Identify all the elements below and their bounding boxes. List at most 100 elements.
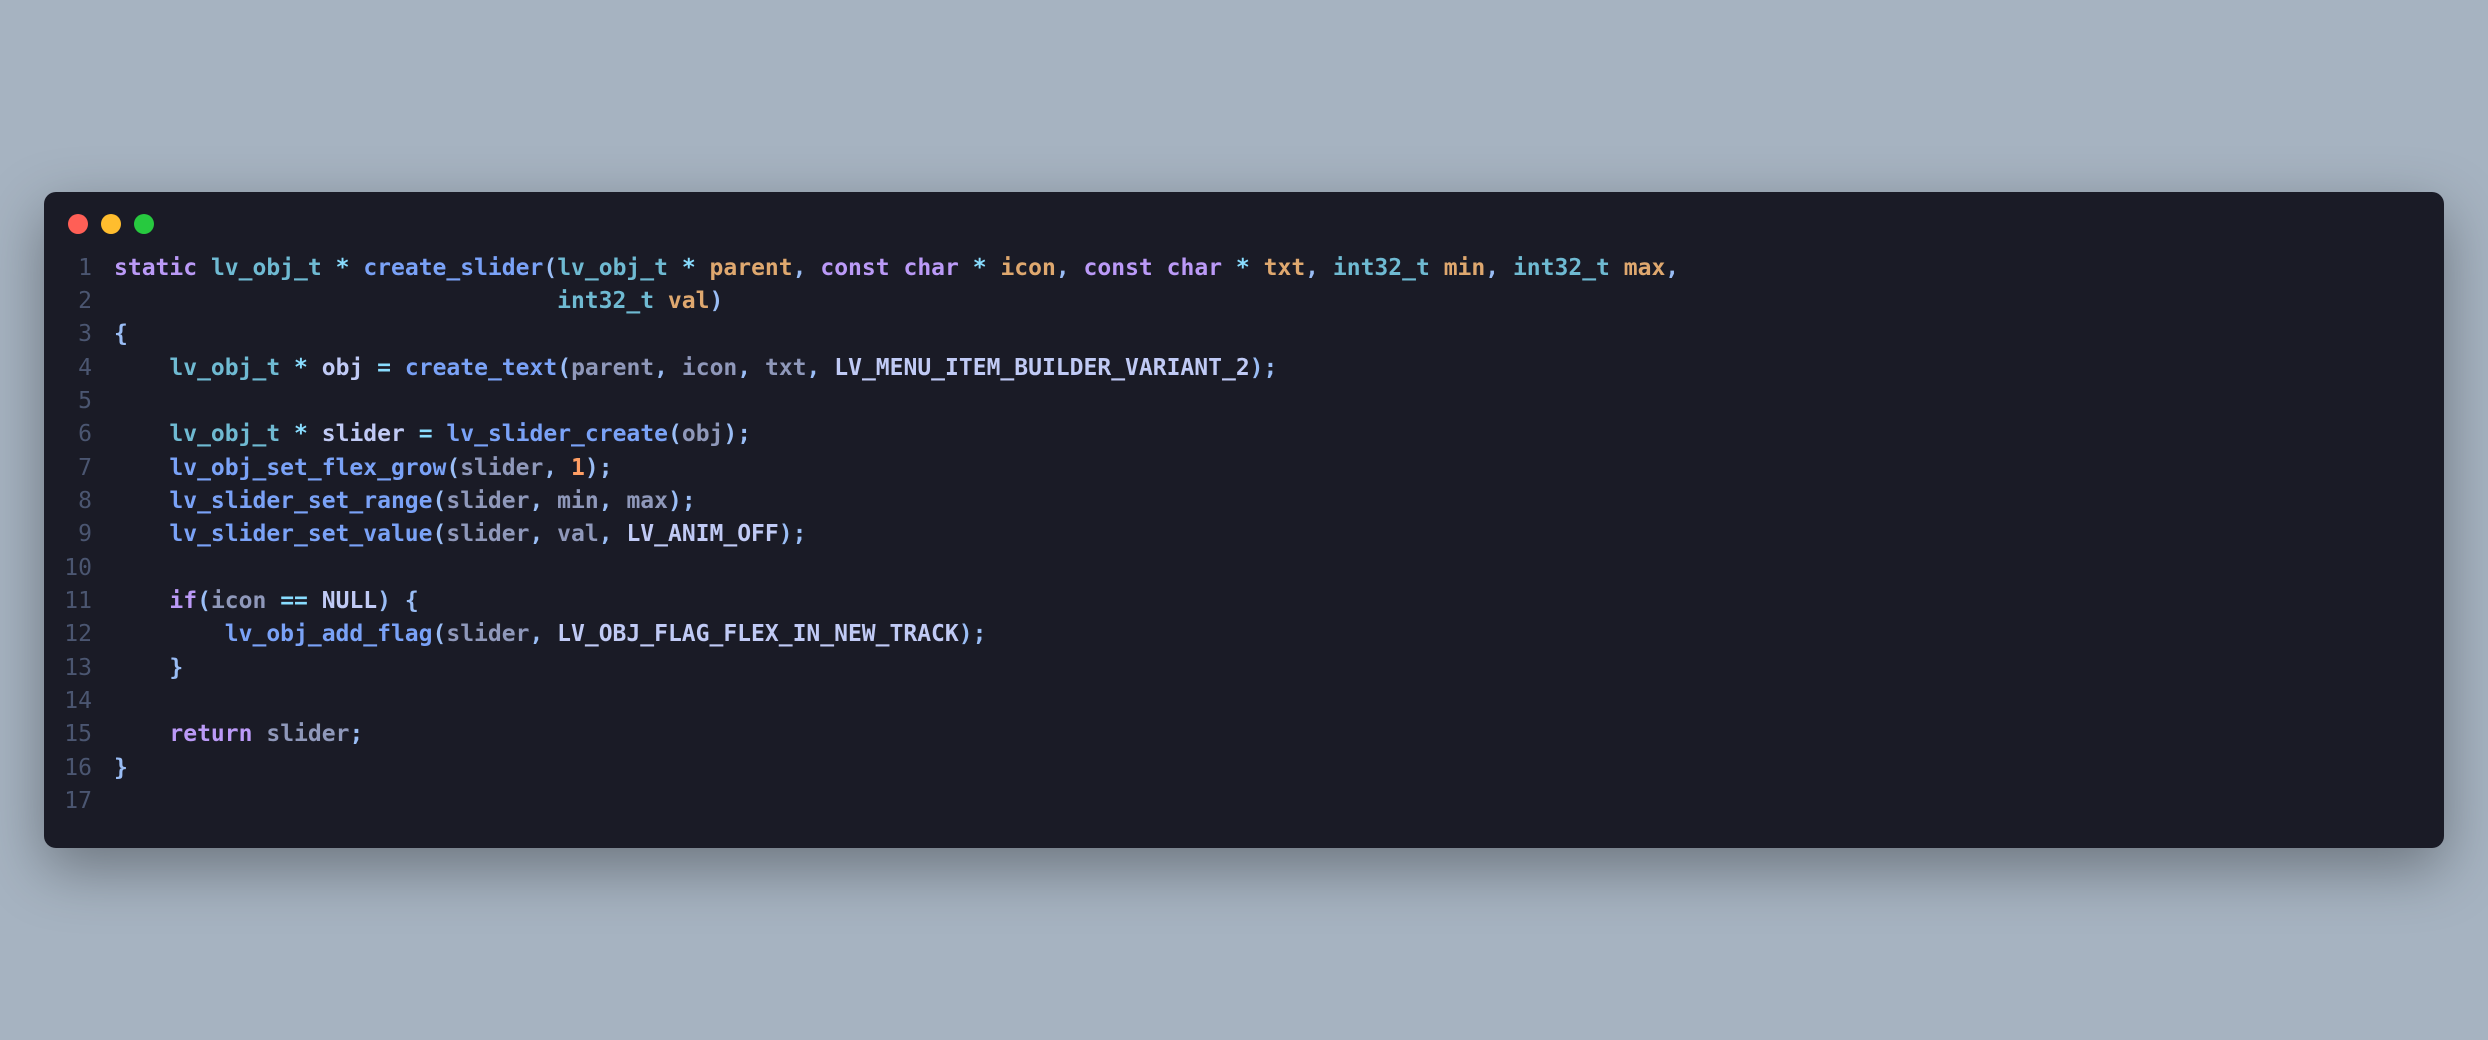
token-plain — [322, 255, 336, 281]
code-line[interactable]: 11 if(icon == NULL) { — [44, 585, 2444, 618]
token-type: lv_obj_t — [211, 255, 322, 281]
line-number: 5 — [44, 385, 114, 418]
token-plain — [668, 355, 682, 381]
token-punct: ( — [668, 421, 682, 447]
token-plain — [959, 255, 973, 281]
line-content[interactable]: } — [114, 652, 2444, 685]
line-content[interactable]: lv_slider_set_value(slider, val, LV_ANIM… — [114, 518, 2444, 551]
code-line[interactable]: 2 int32_t val) — [44, 285, 2444, 318]
token-plain — [543, 621, 557, 647]
token-plain: min — [557, 488, 599, 514]
token-plain — [1250, 255, 1264, 281]
token-param: val — [668, 288, 710, 314]
token-punct: , — [529, 488, 543, 514]
code-line[interactable]: 7 lv_obj_set_flex_grow(slider, 1); — [44, 452, 2444, 485]
line-content[interactable]: int32_t val) — [114, 285, 2444, 318]
line-content[interactable] — [114, 785, 2444, 818]
code-line[interactable]: 9 lv_slider_set_value(slider, val, LV_AN… — [44, 518, 2444, 551]
token-punct: , — [1665, 255, 1679, 281]
token-punct: ( — [543, 255, 557, 281]
token-plain — [890, 255, 904, 281]
token-punct: ( — [433, 621, 447, 647]
token-id: obj — [322, 355, 364, 381]
code-line[interactable]: 16} — [44, 752, 2444, 785]
line-content[interactable]: lv_obj_t * slider = lv_slider_create(obj… — [114, 418, 2444, 451]
token-type: int32_t — [557, 288, 654, 314]
minimize-icon[interactable] — [101, 214, 121, 234]
code-editor[interactable]: 1static lv_obj_t * create_slider(lv_obj_… — [44, 242, 2444, 849]
token-kw: return — [169, 721, 252, 747]
token-op: == — [280, 588, 308, 614]
code-line[interactable]: 3{ — [44, 318, 2444, 351]
token-plain: val — [557, 521, 599, 547]
line-content[interactable]: if(icon == NULL) { — [114, 585, 2444, 618]
token-plain: max — [626, 488, 668, 514]
close-icon[interactable] — [68, 214, 88, 234]
token-plain: slider — [446, 488, 529, 514]
line-number: 2 — [44, 285, 114, 318]
token-plain — [308, 355, 322, 381]
line-content[interactable] — [114, 552, 2444, 585]
token-const: LV_OBJ_FLAG_FLEX_IN_NEW_TRACK — [557, 621, 959, 647]
line-number: 4 — [44, 352, 114, 385]
line-content[interactable] — [114, 385, 2444, 418]
line-number: 3 — [44, 318, 114, 351]
token-kw: const — [1084, 255, 1153, 281]
token-plain — [1070, 255, 1084, 281]
token-plain — [391, 588, 405, 614]
token-fn: lv_obj_set_flex_grow — [169, 455, 446, 481]
token-punct: , — [1305, 255, 1319, 281]
code-line[interactable]: 5 — [44, 385, 2444, 418]
token-fn: create_slider — [363, 255, 543, 281]
code-line[interactable]: 1static lv_obj_t * create_slider(lv_obj_… — [44, 252, 2444, 285]
token-punct: ) — [585, 455, 599, 481]
token-plain — [114, 721, 169, 747]
token-punct: , — [529, 521, 543, 547]
code-line[interactable]: 10 — [44, 552, 2444, 585]
token-plain — [114, 355, 169, 381]
token-param: parent — [710, 255, 793, 281]
token-punct: , — [529, 621, 543, 647]
token-plain: icon — [211, 588, 266, 614]
line-content[interactable]: lv_obj_add_flag(slider, LV_OBJ_FLAG_FLEX… — [114, 618, 2444, 651]
token-kw: static — [114, 255, 197, 281]
token-plain — [114, 655, 169, 681]
token-plain — [820, 355, 834, 381]
code-line[interactable]: 17 — [44, 785, 2444, 818]
line-number: 7 — [44, 452, 114, 485]
line-content[interactable]: return slider; — [114, 718, 2444, 751]
token-plain — [613, 521, 627, 547]
line-number: 16 — [44, 752, 114, 785]
token-plain: slider — [266, 721, 349, 747]
line-content[interactable]: { — [114, 318, 2444, 351]
code-line[interactable]: 14 — [44, 685, 2444, 718]
token-punct: , — [1056, 255, 1070, 281]
line-content[interactable]: lv_slider_set_range(slider, min, max); — [114, 485, 2444, 518]
line-content[interactable]: } — [114, 752, 2444, 785]
token-punct: ) — [377, 588, 391, 614]
token-punct: , — [543, 455, 557, 481]
line-content[interactable]: lv_obj_t * obj = create_text(parent, ico… — [114, 352, 2444, 385]
line-content[interactable]: lv_obj_set_flex_grow(slider, 1); — [114, 452, 2444, 485]
maximize-icon[interactable] — [134, 214, 154, 234]
code-line[interactable]: 13 } — [44, 652, 2444, 685]
line-content[interactable]: static lv_obj_t * create_slider(lv_obj_t… — [114, 252, 2444, 285]
token-punct: ; — [682, 488, 696, 514]
token-plain — [363, 355, 377, 381]
line-number: 8 — [44, 485, 114, 518]
token-op: * — [682, 255, 696, 281]
code-window: 1static lv_obj_t * create_slider(lv_obj_… — [44, 192, 2444, 849]
code-line[interactable]: 4 lv_obj_t * obj = create_text(parent, i… — [44, 352, 2444, 385]
code-line[interactable]: 8 lv_slider_set_range(slider, min, max); — [44, 485, 2444, 518]
token-num: 1 — [571, 455, 585, 481]
code-line[interactable]: 6 lv_obj_t * slider = lv_slider_create(o… — [44, 418, 2444, 451]
code-line[interactable]: 15 return slider; — [44, 718, 2444, 751]
line-content[interactable] — [114, 685, 2444, 718]
token-fn: lv_obj_add_flag — [225, 621, 433, 647]
token-plain: obj — [682, 421, 724, 447]
line-number: 12 — [44, 618, 114, 651]
code-line[interactable]: 12 lv_obj_add_flag(slider, LV_OBJ_FLAG_F… — [44, 618, 2444, 651]
token-punct: , — [654, 355, 668, 381]
token-plain — [654, 288, 668, 314]
token-id: slider — [322, 421, 405, 447]
